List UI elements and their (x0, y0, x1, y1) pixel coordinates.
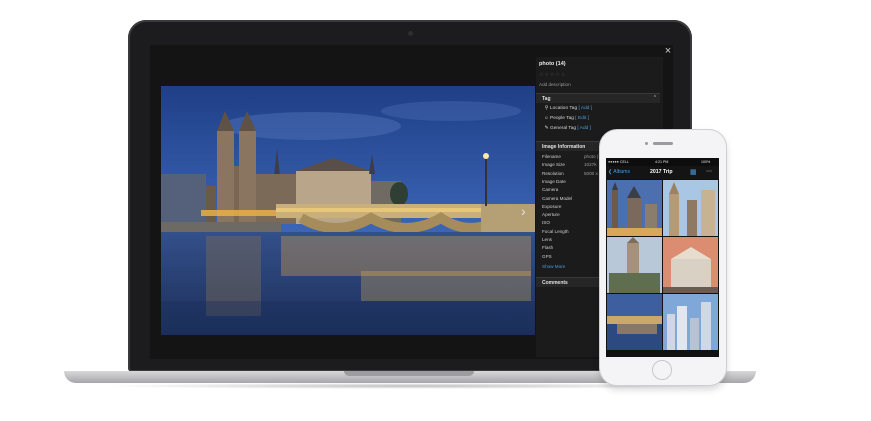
main-photo[interactable] (161, 86, 535, 335)
people-tag-row: ☺People Tag [ Edit ] (544, 116, 589, 121)
phone-speaker (653, 142, 673, 145)
info-label: Camera Model (542, 195, 573, 201)
laptop-camera (408, 31, 413, 36)
photo-title: photo (14) (539, 61, 566, 67)
add-description-field[interactable]: Add description (539, 82, 571, 87)
location-pin-icon: ⚲ (544, 106, 549, 111)
info-label: Camera (542, 187, 559, 193)
image-info-title: Image Information (542, 144, 586, 150)
info-label: GPS (542, 253, 552, 259)
next-photo-arrow-icon[interactable]: › (521, 203, 526, 219)
info-label: Resolution (542, 170, 564, 176)
battery-level: 100% (701, 160, 711, 164)
photo-thumbnail[interactable] (663, 294, 718, 350)
carrier-signal: ●●●●● CELL (608, 160, 629, 164)
close-icon[interactable]: × (662, 45, 673, 57)
location-tag-add-link[interactable]: [ Add ] (578, 106, 592, 111)
album-title: 2017 Trip (650, 169, 673, 175)
photo-thumbnail[interactable] (663, 237, 718, 293)
photo-thumbnail[interactable] (607, 294, 662, 350)
info-value: 1027k (584, 162, 597, 168)
show-more-link[interactable]: Show More (542, 264, 565, 269)
location-tag-row: ⚲ Location Tag [ Add ] (544, 106, 592, 111)
info-label: Image Size (542, 162, 565, 168)
general-tag-add-link[interactable]: [ Add ] (577, 126, 591, 131)
laptop-screen: › × photo (14) ☆☆☆☆☆ Add description Tag… (150, 45, 673, 359)
info-label: Flash (542, 245, 554, 251)
tag-icon: ✎ (544, 126, 549, 131)
status-bar: ●●●●● CELL 4:21 PM 100% (606, 158, 719, 166)
more-options-icon[interactable]: ⋯ (706, 168, 712, 175)
phone-screen: ●●●●● CELL 4:21 PM 100% ❮ Albums 2017 Tr… (606, 158, 719, 357)
collapse-icon[interactable]: ^ (654, 95, 656, 101)
general-tag-label: General Tag (550, 126, 577, 131)
home-button[interactable] (652, 360, 672, 380)
general-tag-row: ✎General Tag [ Add ] (544, 126, 591, 131)
laptop-hinge-notch (344, 371, 474, 376)
info-label: ISO (542, 220, 550, 226)
info-label: Exposure (542, 203, 562, 209)
photo-thumbnail[interactable] (607, 180, 662, 236)
phone-front-camera (645, 142, 648, 145)
people-tag-label: People Tag (550, 116, 574, 121)
photo-thumbnail[interactable] (607, 237, 662, 293)
info-label: Focal Length (542, 228, 569, 234)
comments-title: Comments (542, 280, 568, 286)
people-tag-edit-link[interactable]: [ Edit ] (575, 116, 589, 121)
info-label: Image Date (542, 178, 566, 184)
location-tag-label: Location Tag (550, 106, 578, 111)
info-value: 5000 x (584, 170, 598, 176)
album-nav-bar: ❮ Albums 2017 Trip ▦ ⋯ (606, 166, 719, 179)
info-label: Filename (542, 154, 561, 159)
albums-back-button[interactable]: ❮ Albums (608, 169, 630, 175)
rating-stars[interactable]: ☆☆☆☆☆ (539, 72, 566, 78)
person-icon: ☺ (544, 116, 549, 121)
status-time: 4:21 PM (655, 160, 669, 164)
tag-section-title: Tag (542, 96, 551, 102)
tag-section-header[interactable]: Tag ^ (536, 93, 660, 103)
info-label: Aperture (542, 212, 560, 218)
grid-view-icon[interactable]: ▦ (690, 168, 697, 176)
info-label: Lens (542, 237, 552, 242)
photo-thumbnail[interactable] (663, 180, 718, 236)
